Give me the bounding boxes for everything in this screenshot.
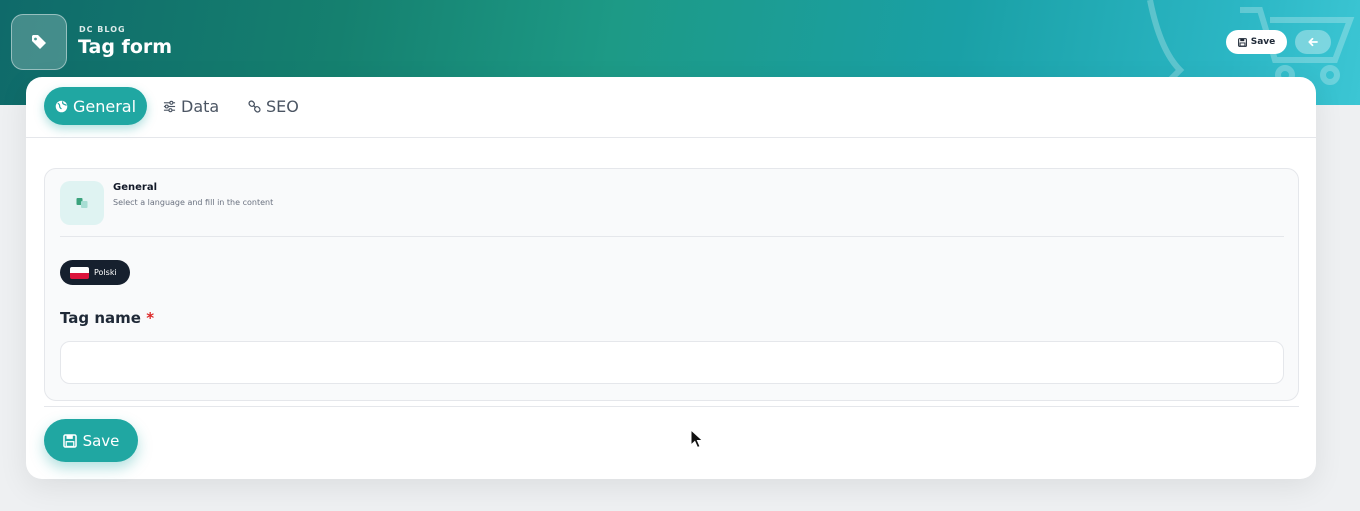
link-icon: [248, 99, 261, 113]
tag-name-input[interactable]: [60, 341, 1284, 384]
section-icon-tile: [60, 181, 104, 225]
language-icon: [76, 198, 88, 208]
arrow-left-icon: [1308, 37, 1318, 47]
floppy-disk-icon: [1237, 37, 1247, 47]
tab-bar: General Data SEO: [26, 77, 1316, 138]
tab-data[interactable]: Data: [163, 87, 219, 125]
section-subtitle: Select a language and fill in the conten…: [113, 198, 274, 207]
app-icon-tile: [11, 14, 67, 70]
save-button-label: Save: [82, 431, 120, 450]
globe-icon: [55, 100, 68, 112]
section-divider: [60, 236, 1284, 237]
back-button[interactable]: [1295, 30, 1331, 54]
language-label: Polski: [94, 268, 117, 277]
sliders-icon: [163, 100, 176, 112]
tag-name-label: Tag name *: [60, 309, 154, 327]
section-title: General: [113, 182, 157, 193]
tab-seo-label: SEO: [266, 96, 299, 116]
form-card: General Data SEO General Select a langua…: [26, 77, 1316, 479]
tab-general[interactable]: General: [44, 87, 147, 125]
page-title: Tag form: [78, 36, 173, 58]
tag-icon: [32, 35, 46, 49]
mouse-cursor-icon: [690, 429, 704, 449]
tab-data-label: Data: [181, 96, 220, 116]
tag-name-label-text: Tag name: [60, 309, 141, 327]
tab-general-label: General: [72, 96, 137, 116]
tab-seo[interactable]: SEO: [248, 87, 299, 125]
floppy-disk-icon: [62, 433, 77, 448]
footer-divider: [44, 406, 1299, 407]
save-button[interactable]: Save: [44, 419, 138, 462]
language-selector-polski[interactable]: Polski: [60, 260, 130, 285]
breadcrumb: DC BLOG: [79, 25, 126, 34]
required-mark: *: [146, 309, 155, 327]
header-save-label: Save: [1250, 37, 1276, 47]
pl-flag-icon: [70, 266, 89, 279]
general-section: General Select a language and fill in th…: [44, 168, 1299, 401]
header-save-button[interactable]: Save: [1226, 30, 1287, 54]
